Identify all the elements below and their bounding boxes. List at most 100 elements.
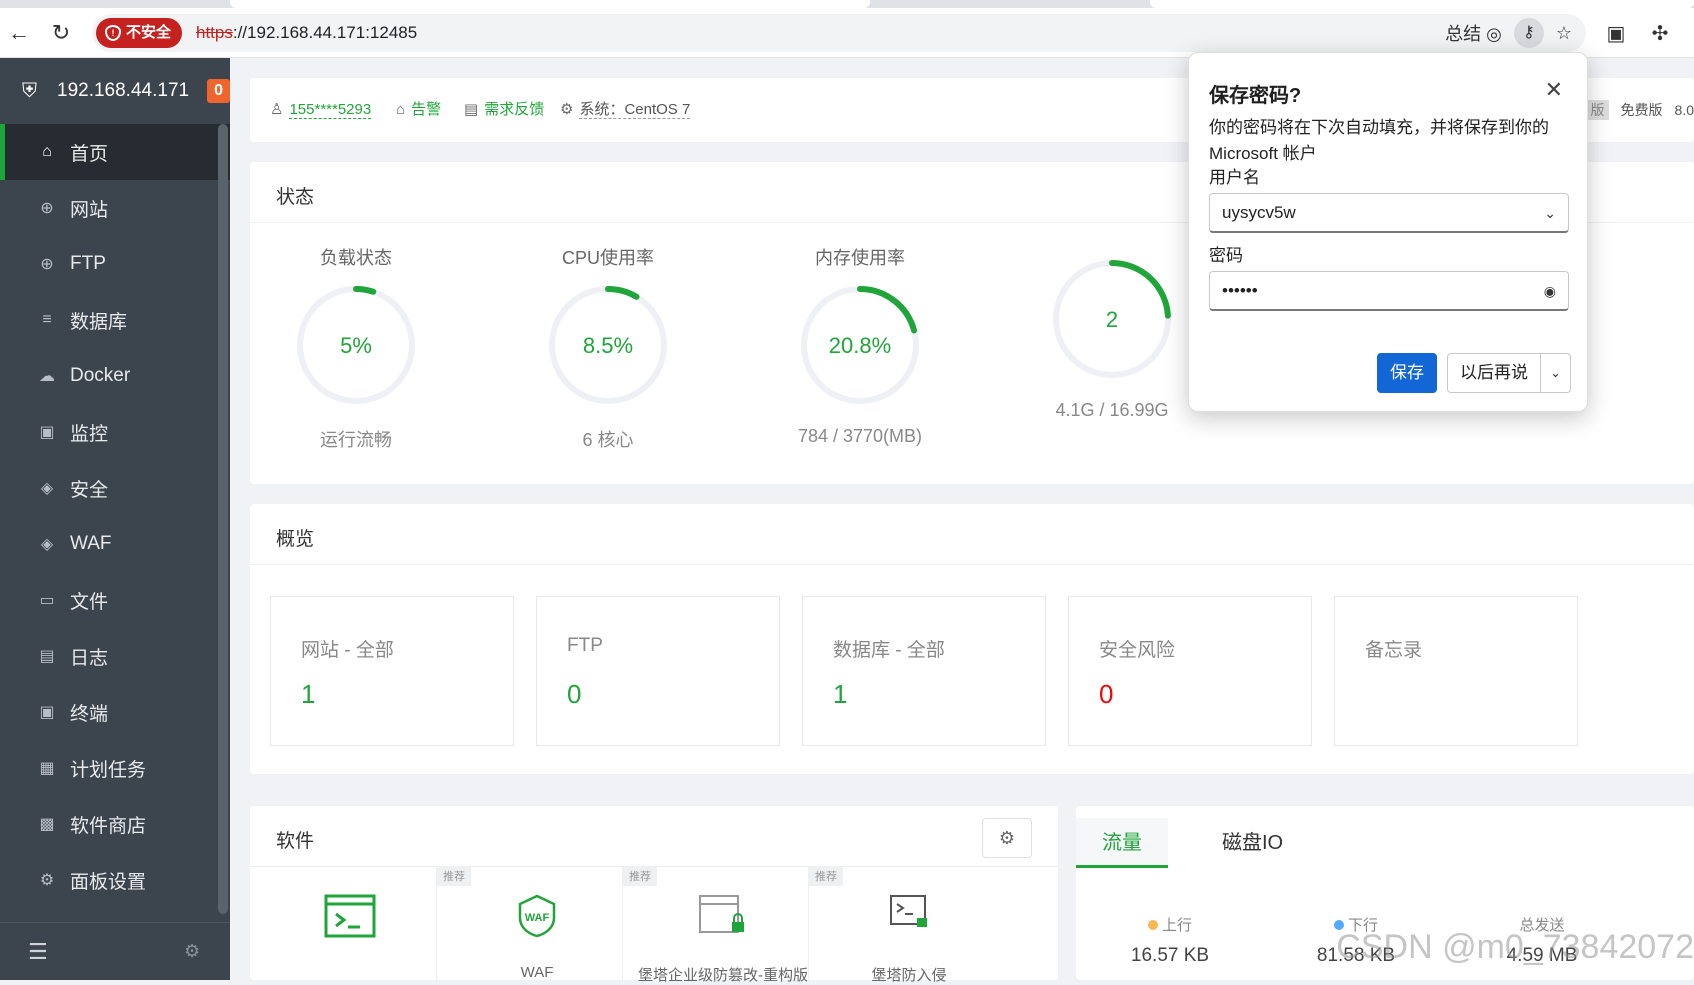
insecure-badge[interactable]: ! 不安全 <box>96 18 182 48</box>
sidebar-item-label: 软件商店 <box>70 815 147 837</box>
overview-label: 备忘录 <box>1365 640 1423 661</box>
recommend-tag: 推荐 <box>437 866 471 886</box>
sidebar-item[interactable]: ▣ 终端 <box>0 684 230 740</box>
chevron-down-icon[interactable]: ⌄ <box>1540 354 1570 392</box>
folder-icon: ▭ <box>39 592 55 609</box>
later-button[interactable]: 以后再说 ⌄ <box>1447 353 1571 393</box>
recommend-tag: 推荐 <box>623 866 657 886</box>
gear-icon: ⚙ <box>39 872 55 889</box>
browser-toolbar: ← ↻ ! 不安全 https://192.168.44.171:12485 总… <box>0 8 1694 58</box>
dialog-description: 你的密码将在下次自动填充，并将保存到你的 Microsoft 帐户 <box>1209 118 1549 163</box>
tab-disk-io[interactable]: 磁盘IO <box>1196 818 1309 868</box>
panel-logo-icon: ⛨ <box>22 80 37 102</box>
sidebar-item[interactable]: ☁ Docker <box>0 348 230 404</box>
gauge-value: 5% <box>340 333 372 358</box>
terminal-icon <box>324 894 376 938</box>
sidebar-item-label: FTP <box>70 253 106 274</box>
software-item[interactable]: 推荐 堡塔防入侵 <box>808 866 1008 984</box>
user-account[interactable]: ♙ 155****5293 <box>270 78 372 142</box>
software-name: 堡塔企业级防篡改-重构版 <box>638 967 808 984</box>
gauge-value: 2 <box>1106 307 1118 332</box>
overview-item[interactable]: 网站 - 全部 1 <box>270 596 514 746</box>
sidebar-item-label: Docker <box>70 365 131 386</box>
overview-item[interactable]: 数据库 - 全部 1 <box>802 596 1046 746</box>
tab-traffic[interactable]: 流量 <box>1076 818 1168 868</box>
sidebar-item[interactable]: ⚙ 面板设置 <box>0 852 230 908</box>
overview-item[interactable]: 安全风险 0 <box>1068 596 1312 746</box>
username-label: 用户名 <box>1209 168 1260 187</box>
recommend-tag: 推荐 <box>809 866 843 886</box>
close-icon[interactable]: ✕ <box>1545 77 1563 103</box>
globe-icon: ⊕ <box>40 200 54 217</box>
username-select[interactable]: uysycv5w ⌄ <box>1209 193 1569 233</box>
sidebar-item[interactable]: ▤ 日志 <box>0 628 230 684</box>
terminal-icon: ▣ <box>39 704 55 721</box>
software-item[interactable] <box>250 866 450 980</box>
overview-label: FTP <box>567 635 603 656</box>
extensions-puzzle-icon[interactable]: ✣ <box>1646 20 1674 48</box>
extension-app-icon[interactable]: ▣ <box>1602 20 1630 48</box>
feedback-icon: ▤ <box>464 101 479 118</box>
overview-label: 网站 - 全部 <box>301 640 394 661</box>
sidebar-item[interactable]: ▭ 文件 <box>0 572 230 628</box>
overview-value: 1 <box>301 679 316 709</box>
gauge[interactable]: CPU使用率 8.5% 6 核心 <box>508 244 708 452</box>
software-settings-gear-icon[interactable]: ⚙ <box>982 818 1032 858</box>
software-item[interactable]: 推荐 堡塔企业级防篡改-重构版 <box>622 866 822 984</box>
sidebar-item[interactable]: ◈ WAF <box>0 516 230 572</box>
tamper-lock-icon <box>698 895 744 933</box>
apps-icon: ▩ <box>39 816 55 833</box>
sidebar-item-label: 网站 <box>70 199 109 221</box>
software-item[interactable]: 推荐 WAF WAF <box>436 866 636 981</box>
notification-badge[interactable]: 0 <box>207 79 230 103</box>
save-button[interactable]: 保存 <box>1377 353 1437 393</box>
sidebar-item[interactable]: ◈ 安全 <box>0 460 230 516</box>
reload-icon[interactable]: ↻ <box>48 20 74 46</box>
save-password-dialog: 保存密码? ✕ 你的密码将在下次自动填充，并将保存到你的 Microsoft 帐… <box>1188 52 1588 412</box>
gauge[interactable]: 负载状态 5% 运行流畅 <box>256 244 456 452</box>
system-gear-icon: ⚙ <box>560 101 574 118</box>
browser-tab[interactable] <box>230 0 870 8</box>
database-icon: ≡ <box>42 311 52 328</box>
sidebar-item[interactable]: ⌂ 首页 <box>0 124 230 180</box>
sidebar-item[interactable]: ⊕ FTP <box>0 236 230 292</box>
traffic-stat-label: 上行 <box>1161 917 1192 934</box>
gauge-ring: 8.5% <box>549 286 667 404</box>
gauge[interactable]: 内存使用率 20.8% 784 / 3770(MB) <box>760 244 960 447</box>
feedback-link[interactable]: ▤ 需求反馈 <box>464 78 544 142</box>
sidebar-header: ⛨ 192.168.44.171 0 <box>0 58 230 124</box>
browser-tab[interactable] <box>1150 0 1694 8</box>
sidebar-item[interactable]: ▩ 软件商店 <box>0 796 230 852</box>
gauge[interactable]: 2 4.1G / 16.99G <box>1012 244 1212 421</box>
sidebar-item[interactable]: ▦ 计划任务 <box>0 740 230 796</box>
key-icon[interactable]: ⚷ <box>1513 18 1544 48</box>
sidebar-item-label: 日志 <box>70 647 109 669</box>
address-bar[interactable]: ! 不安全 https://192.168.44.171:12485 总结 ◎ … <box>92 14 1586 52</box>
monitor-icon: ▣ <box>39 424 55 441</box>
gear-icon[interactable]: ⚙ <box>184 941 200 962</box>
password-field[interactable]: •••••• ◉ <box>1209 271 1569 311</box>
collapse-menu-icon[interactable]: ☰ <box>28 939 48 965</box>
eye-icon[interactable]: ◉ <box>1544 272 1556 310</box>
host-label: 192.168.44.171 <box>57 80 190 101</box>
alarm-link[interactable]: ⌂ 告警 <box>396 78 441 142</box>
software-panel: 软件 ⚙ 推荐 WAF WAF 推荐 堡塔企业级防篡改-重构版 推荐 堡塔防入侵 <box>250 806 1058 984</box>
sidebar-item[interactable]: ▣ 监控 <box>0 404 230 460</box>
traffic-panel: 流量 磁盘IO 上行 16.57 KB 下行 81.58 KB 总发送 4.59 M… <box>1076 806 1694 980</box>
intrusion-terminal-icon <box>889 895 927 927</box>
sidebar-item-label: 终端 <box>70 703 109 725</box>
overview-item[interactable]: 备忘录 <box>1334 596 1578 746</box>
url-text[interactable]: https://192.168.44.171:12485 <box>196 14 417 52</box>
calendar-icon: ▦ <box>39 760 55 777</box>
back-arrow-icon[interactable]: ← <box>6 20 32 46</box>
overview-value: 1 <box>833 679 848 709</box>
edition-info: 版免费版 8.0 <box>1586 78 1694 142</box>
summary-button[interactable]: 总结 ◎ <box>1445 20 1502 46</box>
sidebar-item[interactable]: ≡ 数据库 <box>0 292 230 348</box>
password-label: 密码 <box>1209 246 1243 265</box>
sidebar-scrollbar[interactable] <box>218 124 228 914</box>
star-icon[interactable]: ☆ <box>1556 23 1572 44</box>
overview-item[interactable]: FTP 0 <box>536 596 780 746</box>
sidebar: ⛨ 192.168.44.171 0 ⌂ 首页 ⊕ 网站 ⊕ FTP ≡ 数据库 ☁ Docker… <box>0 58 230 980</box>
sidebar-item[interactable]: ⊕ 网站 <box>0 180 230 236</box>
